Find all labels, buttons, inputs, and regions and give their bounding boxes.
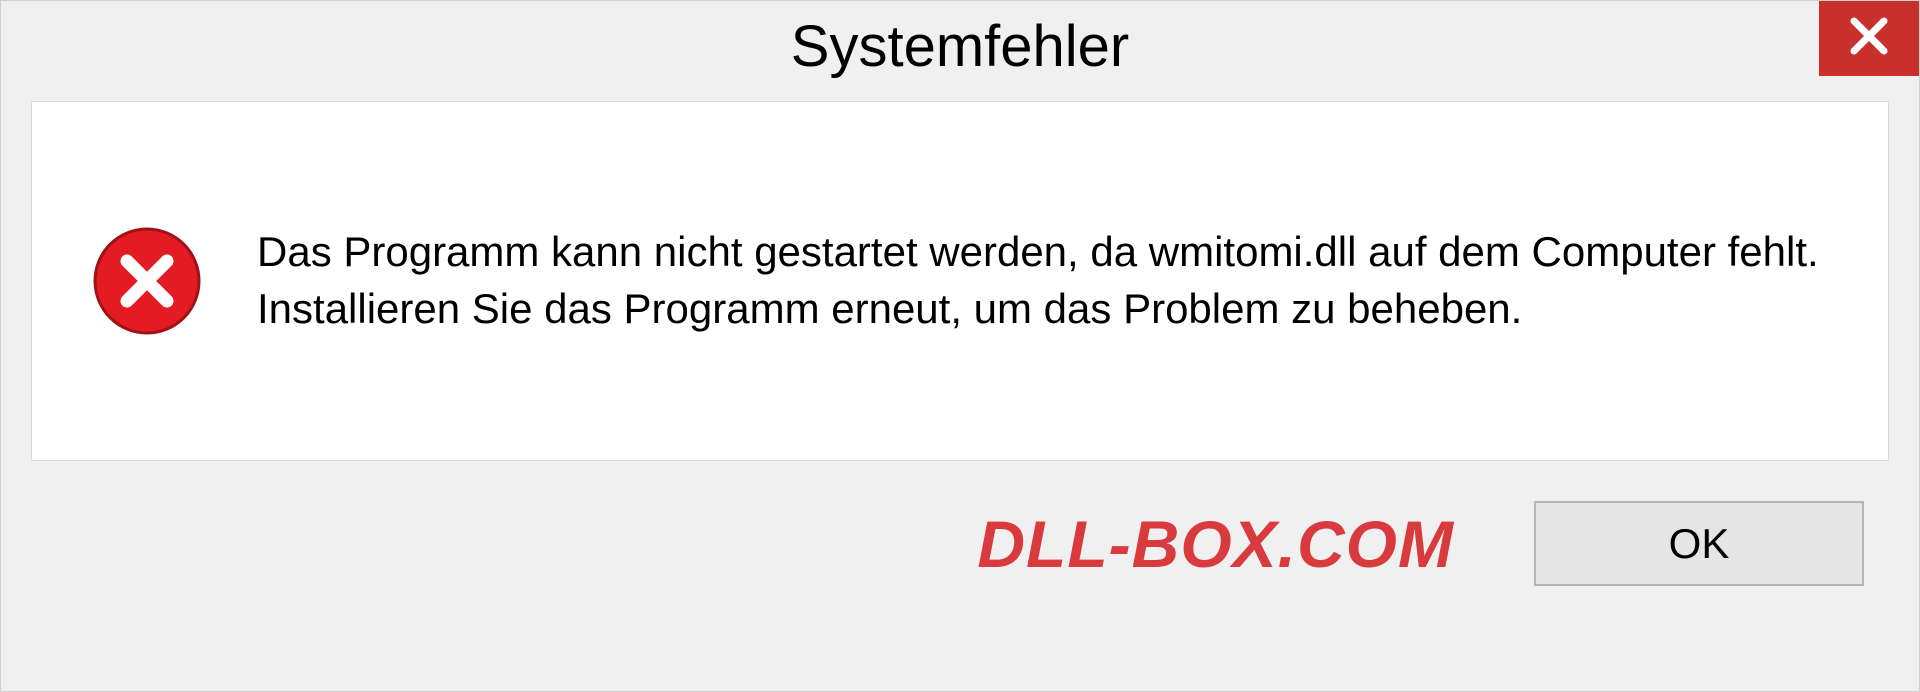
ok-button[interactable]: OK [1534, 501, 1864, 586]
error-dialog: Systemfehler Das Programm kann nicht ges… [0, 0, 1920, 692]
watermark-text: DLL-BOX.COM [977, 506, 1454, 582]
titlebar: Systemfehler [1, 1, 1919, 91]
error-icon [92, 226, 202, 336]
dialog-footer: DLL-BOX.COM OK [1, 461, 1919, 586]
dialog-title: Systemfehler [791, 13, 1129, 80]
content-panel: Das Programm kann nicht gestartet werden… [31, 101, 1889, 461]
close-icon [1844, 11, 1894, 66]
close-button[interactable] [1819, 1, 1919, 76]
error-message: Das Programm kann nicht gestartet werden… [257, 224, 1828, 337]
